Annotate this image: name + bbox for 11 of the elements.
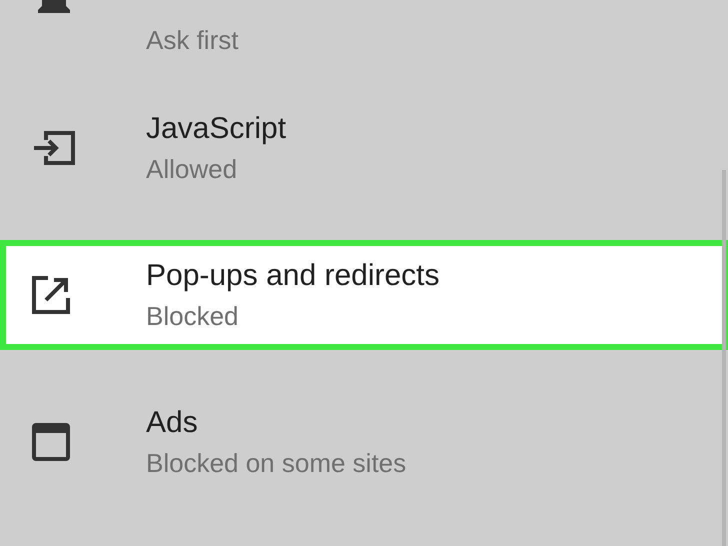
setting-status: Ask first [146,24,238,56]
setting-status: Blocked [146,300,240,332]
login-icon [32,130,76,166]
setting-status: Blocked on some sites [146,446,406,478]
external-link-icon [32,276,70,314]
highlighted-setting-row[interactable]: Pop-ups and redirects Blocked [0,240,728,350]
window-icon [32,422,70,460]
setting-status: Allowed [146,152,238,184]
setting-title: Ads [146,404,199,440]
setting-title: JavaScript [146,110,286,146]
setting-title: Pop-ups and redirects [146,258,440,294]
